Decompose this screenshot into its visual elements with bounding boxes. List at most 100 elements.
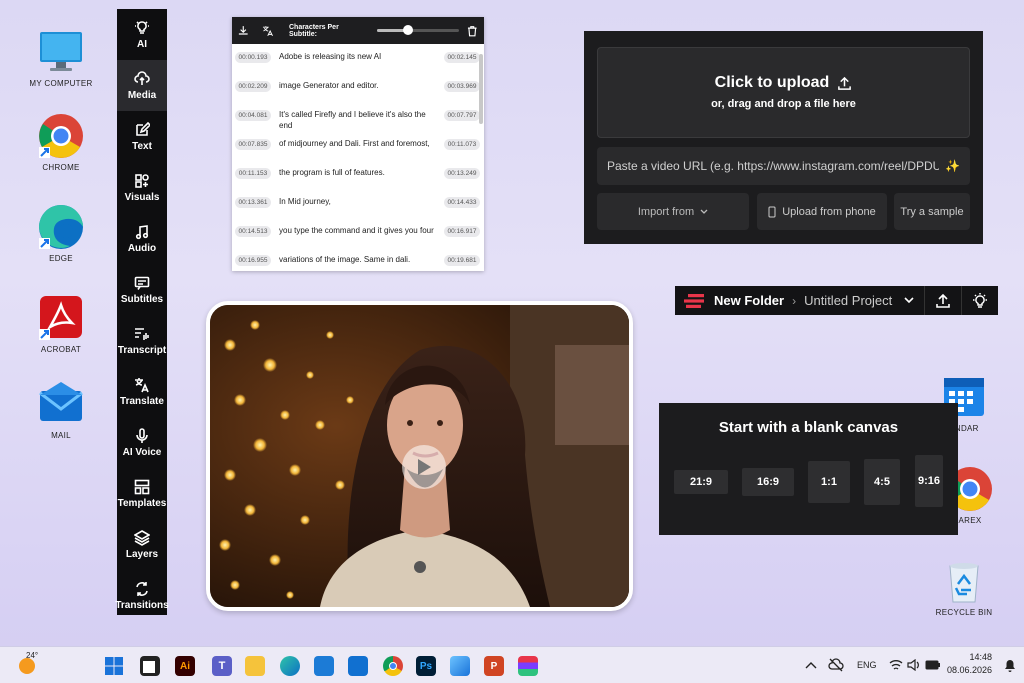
subtitle-start[interactable]: 00:00.193	[235, 52, 271, 63]
sidebar-item-subtitles[interactable]: Subtitles	[117, 264, 167, 315]
desktop-icon-recycle-bin[interactable]: RECYCLE BIN	[924, 558, 1004, 617]
powerpoint-taskbar-icon[interactable]: P	[484, 656, 504, 676]
subtitle-text[interactable]: image Generator and editor.	[271, 80, 444, 91]
subtitle-end[interactable]: 00:11.073	[444, 139, 480, 150]
translate-icon[interactable]	[262, 25, 273, 37]
cloud-off-icon[interactable]	[828, 658, 844, 672]
upload-cloud-icon	[134, 70, 150, 85]
teams-taskbar-icon[interactable]: T	[212, 656, 232, 676]
subtitle-row[interactable]: 00:14.513 you type the command and it giv…	[232, 220, 484, 249]
subtitle-row[interactable]: 00:11.153 the program is full of features…	[232, 162, 484, 191]
chevron-down-icon[interactable]	[904, 297, 914, 304]
subtitle-text[interactable]: Adobe is releasing its new AI	[271, 51, 444, 62]
sparkle-icon[interactable]: ✨	[945, 159, 960, 173]
language-indicator[interactable]: ENG	[857, 660, 877, 670]
subtitle-start[interactable]: 00:04.081	[235, 110, 271, 121]
start-button[interactable]	[104, 656, 124, 676]
weather-widget[interactable]: 24°	[16, 651, 38, 676]
volume-icon[interactable]	[907, 659, 921, 671]
file-explorer-taskbar-icon[interactable]	[245, 656, 265, 676]
subtitle-end[interactable]: 00:02.145	[444, 52, 480, 63]
edge-taskbar-icon[interactable]	[280, 656, 300, 676]
sidebar-item-media[interactable]: Media	[117, 60, 167, 111]
share-upload-icon[interactable]	[935, 293, 951, 309]
subtitle-text[interactable]: you type the command and it gives you fo…	[271, 225, 444, 236]
upload-dropzone[interactable]: Click to upload or, drag and drop a file…	[597, 47, 970, 138]
trash-icon[interactable]	[467, 25, 478, 37]
sidebar-item-audio[interactable]: Audio	[117, 213, 167, 264]
subtitle-text[interactable]: the program is full of features.	[271, 167, 444, 178]
sidebar-item-text[interactable]: Text	[117, 111, 167, 162]
subtitle-start[interactable]: 00:11.153	[235, 168, 271, 179]
try-sample-button[interactable]: Try a sample	[894, 193, 970, 230]
video-preview[interactable]	[206, 301, 633, 611]
ratio-21-9-button[interactable]: 21:9	[674, 470, 728, 494]
wifi-icon[interactable]	[889, 659, 903, 671]
sidebar-item-ai-voice[interactable]: AI Voice	[117, 417, 167, 468]
subtitle-text[interactable]: variations of the image. Same in dali.	[271, 254, 444, 265]
upload-from-phone-button[interactable]: Upload from phone	[757, 193, 887, 230]
play-button[interactable]	[402, 445, 446, 489]
ratio-4-5-button[interactable]: 4:5	[864, 459, 900, 505]
desktop-icon-my-computer[interactable]: MY COMPUTER	[21, 29, 101, 88]
characters-per-subtitle-label: Characters Per Subtitle:	[288, 23, 339, 38]
sidebar-item-templates[interactable]: Templates	[117, 468, 167, 519]
video-url-input[interactable]: Paste a video URL (e.g. https://www.inst…	[597, 147, 970, 185]
sidebar-item-transitions[interactable]: Transitions	[115, 570, 169, 621]
scrollbar[interactable]	[479, 54, 483, 124]
media-app-taskbar-icon[interactable]	[518, 656, 538, 676]
mail-taskbar-icon[interactable]	[348, 656, 368, 676]
sidebar-item-layers[interactable]: Layers	[117, 519, 167, 570]
subtitle-end[interactable]: 00:03.969	[444, 81, 480, 92]
subtitle-start[interactable]: 00:13.361	[235, 197, 271, 208]
folder-name[interactable]: New Folder	[714, 293, 784, 308]
subtitle-text[interactable]: In Mid journey,	[271, 196, 444, 207]
desktop-icon-chrome[interactable]: CHROME	[21, 113, 101, 172]
sidebar-item-ai[interactable]: AI	[117, 9, 167, 60]
subtitle-start[interactable]: 00:07.835	[235, 139, 271, 150]
subtitle-end[interactable]: 00:07.797	[444, 110, 480, 121]
battery-icon[interactable]	[925, 659, 941, 671]
clock[interactable]: 14:48 08.06.2026	[946, 651, 992, 677]
subtitle-start[interactable]: 00:02.209	[235, 81, 271, 92]
sidebar-item-visuals[interactable]: Visuals	[117, 162, 167, 213]
import-from-button[interactable]: Import from	[597, 193, 749, 230]
sidebar-item-translate[interactable]: Translate	[117, 366, 167, 417]
subtitle-row[interactable]: 00:04.081 It's called Firefly and I belie…	[232, 104, 484, 133]
photos-taskbar-icon[interactable]	[450, 656, 470, 676]
subtitle-row[interactable]: 00:02.209 image Generator and editor. 00:0…	[232, 75, 484, 104]
notification-bell-icon[interactable]	[1004, 659, 1016, 672]
subtitle-start[interactable]: 00:14.513	[235, 226, 271, 237]
subtitle-row[interactable]: 00:00.193 Adobe is releasing its new AI 00…	[232, 46, 484, 75]
app-logo-icon[interactable]	[683, 293, 705, 309]
subtitle-end[interactable]: 00:19.681	[444, 255, 480, 266]
subtitle-end[interactable]: 00:14.433	[444, 197, 480, 208]
project-name[interactable]: Untitled Project	[804, 293, 892, 308]
subtitle-end[interactable]: 00:16.917	[444, 226, 480, 237]
desktop-icon-edge[interactable]: EDGE	[21, 204, 101, 263]
store-taskbar-icon[interactable]	[314, 656, 334, 676]
sidebar-item-transcript[interactable]: Transcript	[117, 315, 167, 366]
slider-thumb[interactable]	[403, 25, 414, 35]
lightbulb-icon[interactable]	[971, 292, 989, 310]
download-icon[interactable]	[238, 25, 249, 36]
subtitle-start[interactable]: 00:16.955	[235, 255, 271, 266]
subtitle-row[interactable]: 00:13.361 In Mid journey, 00:14.433	[232, 191, 484, 220]
task-view-button[interactable]	[140, 656, 160, 676]
ratio-9-16-button[interactable]: 9:16	[915, 455, 943, 507]
chevron-up-icon[interactable]	[805, 661, 817, 669]
desktop-icon-acrobat[interactable]: ACROBAT	[21, 295, 101, 354]
subtitle-text[interactable]: of midjourney and Dali. First and foremo…	[271, 138, 444, 149]
subtitle-text[interactable]: It's called Firefly and I believe it's a…	[271, 109, 444, 131]
desktop-icon-mail[interactable]: MAIL	[21, 381, 101, 440]
task-view-icon	[143, 661, 155, 673]
subtitle-end[interactable]: 00:13.249	[444, 168, 480, 179]
ratio-1-1-button[interactable]: 1:1	[808, 461, 850, 503]
subtitle-row[interactable]: 00:16.955 variations of the image. Same i…	[232, 249, 484, 271]
ratio-16-9-button[interactable]: 16:9	[742, 468, 794, 496]
photoshop-taskbar-icon[interactable]: Ps	[416, 656, 436, 676]
subtitle-row[interactable]: 00:07.835 of midjourney and Dali. First a…	[232, 133, 484, 162]
chrome-taskbar-icon[interactable]	[383, 656, 403, 676]
characters-slider[interactable]	[377, 25, 460, 35]
illustrator-taskbar-icon[interactable]: Ai	[175, 656, 195, 676]
